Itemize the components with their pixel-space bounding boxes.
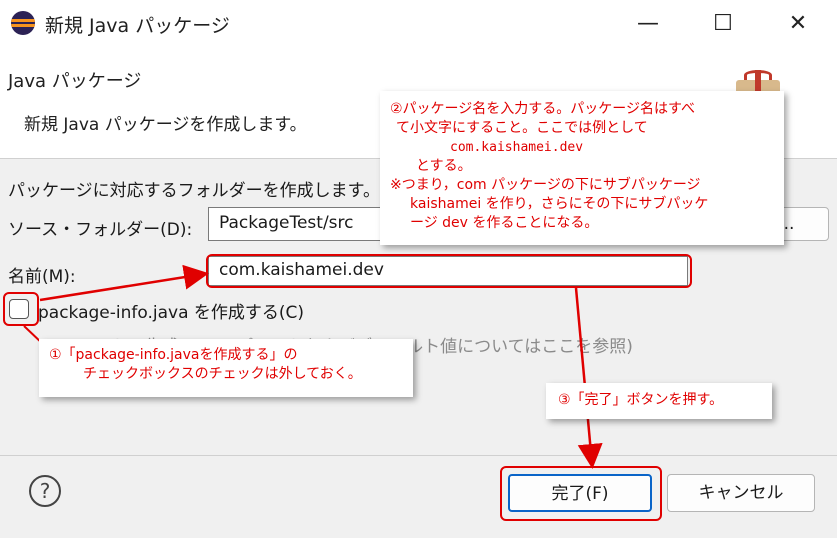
callout1-line-2: チェックボックスのチェックは外しておく。 [83,366,362,382]
callout2-line-3: com.kaishamei.dev [450,140,584,155]
callout2-line-6: kaishamei を作り，さらにその下にサブパッケ [410,196,709,212]
annotation-arrows [23,264,603,469]
callout2-line-2: て小文字にすること。ここでは例として [396,120,648,136]
arrow-to-finish-button [574,287,603,469]
callout-package-name: ②パッケージ名を入力する。パッケージ名はすべ て小文字にすること。ここでは例とし… [380,91,784,245]
callout-finish: ③「完了」ボタンを押す。 [546,383,772,419]
arrow-to-name-field [39,264,209,302]
callout2-line-7: ージ dev を作ることになる。 [410,215,599,231]
callout2-line-4: とする。 [416,158,472,174]
callout2-line-5: ※つまり，com パッケージの下にサブパッケージ [390,177,701,193]
callout2-line-1: ②パッケージ名を入力する。パッケージ名はすべ [390,101,696,117]
callout1-line-1: ①「package-info.javaを作成する」の [49,347,298,363]
callout-checkbox: ①「package-info.javaを作成する」の チェックボックスのチェック… [39,339,413,397]
